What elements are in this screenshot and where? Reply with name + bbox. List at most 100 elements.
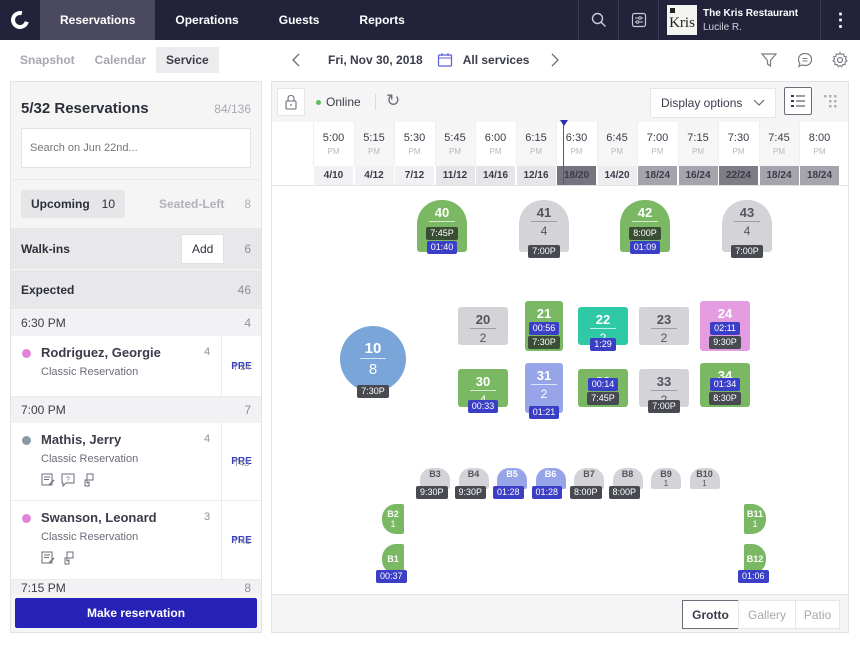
tab-seated-left[interactable]: Seated-Left 8 bbox=[159, 190, 251, 218]
table-badge: 7:00P bbox=[528, 245, 560, 258]
timeline-slot-515[interactable]: 5:15 PM bbox=[353, 122, 394, 166]
gear-icon[interactable] bbox=[831, 40, 849, 80]
room-tab-patio[interactable]: Patio bbox=[795, 600, 840, 629]
reservation-item[interactable]: Mathis, Jerry 4 Classic Reservation ? PR… bbox=[11, 423, 261, 501]
table-10[interactable]: 10 8 7:30P bbox=[340, 326, 406, 398]
room-tab-grotto[interactable]: Grotto bbox=[682, 600, 739, 629]
table-43[interactable]: 43 4 7:00P bbox=[722, 200, 772, 258]
slot-time: 7:45 bbox=[768, 132, 790, 144]
assigned-table: T 41 bbox=[232, 536, 251, 546]
party-size: 4 bbox=[204, 433, 211, 445]
seat-badge: 00:37 bbox=[376, 570, 407, 583]
reservation-search-input[interactable] bbox=[21, 128, 251, 168]
table-23[interactable]: 23 2 bbox=[639, 307, 689, 345]
table-33[interactable]: 3327:00P bbox=[639, 369, 689, 413]
add-walkin-button[interactable]: Add bbox=[180, 233, 225, 264]
table-badge: 02:11 bbox=[710, 322, 740, 335]
hand-icon bbox=[64, 551, 74, 565]
lock-icon[interactable] bbox=[277, 88, 305, 116]
table-42[interactable]: 42 8:00P 01:09 bbox=[620, 200, 670, 254]
bar-seat-B9[interactable]: B9 1 bbox=[651, 468, 681, 489]
nav-tab-operations[interactable]: Operations bbox=[155, 0, 258, 40]
grid-view-icon[interactable] bbox=[816, 87, 844, 115]
more-menu-icon[interactable]: ⋮ bbox=[820, 0, 860, 40]
nav-tab-reservations[interactable]: Reservations bbox=[40, 0, 156, 40]
tab-service[interactable]: Service bbox=[156, 47, 219, 73]
table-34[interactable]: 34 01:34 8:30P bbox=[700, 363, 750, 407]
table-20[interactable]: 20 2 bbox=[458, 307, 508, 345]
table-21[interactable]: 21 00:56 7:30P bbox=[525, 301, 563, 351]
make-reservation-button[interactable]: Make reservation bbox=[15, 598, 257, 628]
timeline-slot-715[interactable]: 7:15 PM bbox=[677, 122, 718, 166]
timeline-covers: 16/24 bbox=[677, 166, 718, 185]
room-tab-gallery[interactable]: Gallery bbox=[738, 600, 796, 629]
chevron-left-icon[interactable] bbox=[290, 52, 304, 68]
restaurant-profile[interactable]: Kris The Kris Restaurant Lucile R. bbox=[658, 0, 820, 40]
side-seat-B2[interactable]: B2 1 bbox=[382, 504, 404, 534]
time-group-label: 7:00 PM bbox=[21, 403, 66, 417]
reservation-item[interactable]: Rodriguez, Georgie 4 Classic Reservation… bbox=[11, 336, 261, 397]
timeline-slot-545[interactable]: 5:45 PM bbox=[434, 122, 475, 166]
timeline-covers: 12/16 bbox=[515, 166, 556, 185]
list-view-icon[interactable] bbox=[784, 87, 812, 115]
calendar-icon[interactable] bbox=[437, 52, 453, 68]
seat-badge: 01:28 bbox=[531, 486, 563, 499]
tab-seated-left-count: 8 bbox=[244, 197, 251, 211]
seat-badge: 01:28 bbox=[493, 486, 524, 499]
service-selector[interactable]: All services bbox=[463, 53, 530, 67]
seat-number: B4 bbox=[467, 469, 480, 479]
nav-tab-reports[interactable]: Reports bbox=[339, 0, 424, 40]
walkins-label: Walk-ins bbox=[21, 241, 70, 256]
side-seat-B11[interactable]: B11 1 bbox=[744, 504, 766, 534]
seat-size: 1 bbox=[390, 519, 396, 529]
slot-ampm: PM bbox=[773, 147, 785, 156]
tab-snapshot[interactable]: Snapshot bbox=[10, 47, 85, 73]
table-badge: 01:21 bbox=[528, 406, 560, 419]
sliders-icon[interactable] bbox=[618, 0, 658, 40]
table-number: 20 bbox=[475, 312, 491, 327]
timeline-slot-630[interactable]: 6:30 PM bbox=[556, 122, 596, 166]
slot-ampm: PM bbox=[570, 147, 583, 156]
nav-tab-guests[interactable]: Guests bbox=[259, 0, 340, 40]
reservation-tags bbox=[41, 551, 75, 565]
tab-calendar[interactable]: Calendar bbox=[85, 47, 156, 73]
refresh-icon[interactable]: ↻ bbox=[386, 91, 400, 111]
covers-count: 84/136 bbox=[214, 102, 251, 116]
table-31[interactable]: 31 2 01:21 bbox=[525, 363, 563, 419]
date-navigator: Fri, Nov 30, 2018 All services bbox=[290, 40, 561, 80]
timeline-slot-500[interactable]: 5:00 PM bbox=[313, 122, 353, 166]
slot-time: 6:30 bbox=[565, 132, 588, 144]
table-badge: 8:00P bbox=[629, 227, 661, 240]
bar-seat-B10[interactable]: B10 1 bbox=[689, 468, 720, 489]
timeline-slot-530[interactable]: 5:30 PM bbox=[394, 122, 434, 166]
current-date[interactable]: Fri, Nov 30, 2018 bbox=[328, 53, 423, 67]
table-32[interactable]: 3200:147:45P bbox=[578, 369, 628, 407]
expected-section[interactable]: Expected 46 bbox=[11, 269, 261, 309]
chevron-right-icon[interactable] bbox=[547, 52, 561, 68]
timeline-slot-745[interactable]: 7:45 PM bbox=[758, 122, 799, 166]
timeline-slot-645[interactable]: 6:45 PM bbox=[596, 122, 637, 166]
table-badge: 9:30P bbox=[709, 336, 741, 349]
table-40[interactable]: 40 7:45P 01:40 bbox=[417, 200, 467, 254]
timeline-slot-700[interactable]: 7:00 PM bbox=[637, 122, 677, 166]
table-divider bbox=[651, 390, 677, 391]
app-logo-icon[interactable] bbox=[0, 0, 40, 40]
timeline-slot-800[interactable]: 8:00 PM bbox=[799, 122, 839, 166]
table-24[interactable]: 24 02:11 9:30P bbox=[700, 301, 750, 351]
table-41[interactable]: 41 4 7:00P bbox=[519, 200, 569, 258]
filter-icon[interactable] bbox=[760, 40, 778, 80]
table-22[interactable]: 2221:29 bbox=[578, 307, 628, 351]
timeline-slot-730[interactable]: 7:30 PM bbox=[718, 122, 758, 166]
tab-upcoming[interactable]: Upcoming 10 bbox=[21, 190, 125, 218]
timeline-slot-600[interactable]: 6:00 PM bbox=[475, 122, 515, 166]
table-30[interactable]: 30400:33 bbox=[458, 369, 508, 413]
seat-number: B9 bbox=[660, 469, 672, 479]
slot-ampm: PM bbox=[489, 147, 502, 156]
search-icon[interactable] bbox=[578, 0, 618, 40]
timeline-slot-615[interactable]: 6:15 PM bbox=[515, 122, 556, 166]
table-badge: 00:56 bbox=[528, 322, 560, 335]
seat-badge: 01:06 bbox=[738, 570, 769, 583]
reservation-item[interactable]: Swanson, Leonard 3 Classic Reservation P… bbox=[11, 501, 261, 580]
display-options-dropdown[interactable]: Display options bbox=[650, 88, 776, 118]
chat-icon[interactable] bbox=[796, 40, 814, 80]
